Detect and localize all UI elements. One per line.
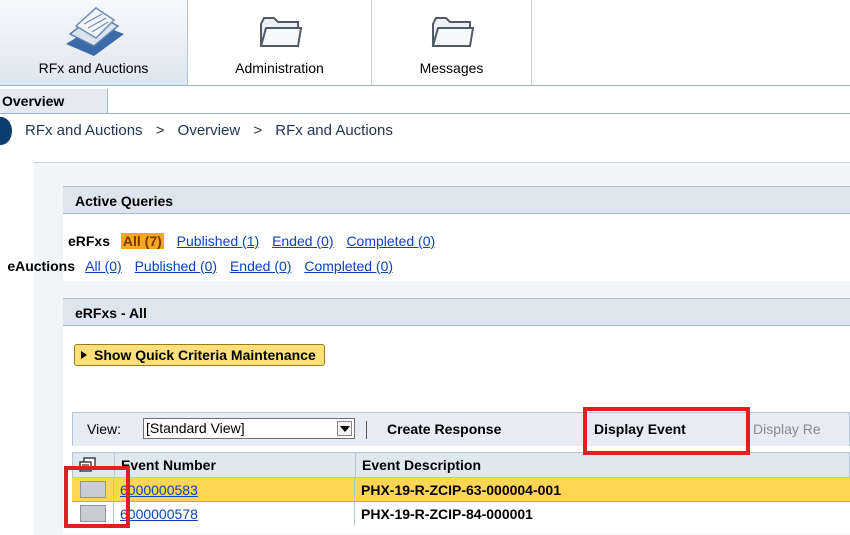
breadcrumb-item-overview[interactable]: Overview <box>178 122 241 139</box>
show-quick-criteria-button[interactable]: Show Quick Criteria Maintenance <box>74 344 325 366</box>
erfx-all-header: eRFxs - All <box>63 298 850 326</box>
folder-icon <box>430 16 474 54</box>
eauctions-published-link[interactable]: Published (0) <box>135 258 218 274</box>
breadcrumb: RFx and Auctions > Overview > RFx and Au… <box>25 122 402 139</box>
view-label: View: <box>87 421 121 437</box>
column-header-event-number[interactable]: Event Number <box>115 453 356 477</box>
breadcrumb-item-rfx-and-auctions[interactable]: RFx and Auctions <box>25 122 143 139</box>
eauctions-label: eAuctions <box>7 258 75 274</box>
erfx-published-link[interactable]: Published (1) <box>177 233 260 249</box>
erfx-all-link[interactable]: All (7) <box>120 233 164 249</box>
event-number-cell: 6000000578 <box>114 502 355 526</box>
subtab-divider <box>0 113 850 114</box>
active-queries-header: Active Queries <box>63 186 850 214</box>
breadcrumb-item-current: RFx and Auctions <box>275 122 393 139</box>
documents-stack-icon <box>54 4 134 62</box>
erfx-query-row: eRFxs All (7) Published (1) Ended (0) Co… <box>14 233 444 249</box>
expand-triangle-icon <box>81 351 87 359</box>
eauctions-completed-link[interactable]: Completed (0) <box>304 258 393 274</box>
tab-label: Messages <box>419 60 484 76</box>
tab-administration[interactable]: Administration <box>188 0 372 86</box>
tab-rfx-and-auctions[interactable]: RFx and Auctions <box>0 0 188 86</box>
tab-label: Administration <box>235 60 324 76</box>
create-response-button[interactable]: Create Response <box>387 421 501 437</box>
chevron-down-icon[interactable] <box>337 421 352 436</box>
toolbar-divider <box>366 421 367 439</box>
event-number-link[interactable]: 6000000578 <box>120 506 198 522</box>
display-response-button[interactable]: Display Re <box>753 421 821 437</box>
breadcrumb-separator: > <box>155 122 165 139</box>
event-number-cell: 6000000583 <box>114 478 355 501</box>
breadcrumb-separator: > <box>253 122 263 139</box>
nav-divider <box>0 85 850 86</box>
page-indicator-icon <box>0 117 12 145</box>
folder-icon <box>258 16 302 54</box>
event-number-link[interactable]: 6000000583 <box>120 482 198 498</box>
view-select-value: [Standard View] <box>146 420 245 436</box>
display-event-highlight <box>583 407 750 455</box>
row-selector-highlight <box>64 466 130 528</box>
column-header-event-description[interactable]: Event Description <box>356 453 850 477</box>
table-header: Event Number Event Description <box>72 452 850 478</box>
eauctions-ended-link[interactable]: Ended (0) <box>230 258 291 274</box>
quick-criteria-label: Show Quick Criteria Maintenance <box>94 347 316 363</box>
eauctions-query-row: eAuctions All (0) Published (0) Ended (0… <box>0 258 402 274</box>
table-row[interactable]: 6000000583 PHX-19-R-ZCIP-63-000004-001 <box>72 478 850 502</box>
erfx-ended-link[interactable]: Ended (0) <box>272 233 333 249</box>
event-description-cell: PHX-19-R-ZCIP-84-000001 <box>361 506 533 522</box>
eauctions-all-link[interactable]: All (0) <box>85 258 122 274</box>
view-select[interactable]: [Standard View] <box>143 418 355 439</box>
erfx-completed-link[interactable]: Completed (0) <box>346 233 435 249</box>
subtab-overview[interactable]: Overview <box>0 89 108 113</box>
tab-label: RFx and Auctions <box>38 60 149 76</box>
top-navigation: RFx and Auctions Administration Messages <box>0 0 850 86</box>
event-description-cell: PHX-19-R-ZCIP-63-000004-001 <box>361 482 561 498</box>
erfx-label: eRFxs <box>67 233 110 249</box>
tab-messages[interactable]: Messages <box>372 0 532 86</box>
table-row[interactable]: 6000000578 PHX-19-R-ZCIP-84-000001 <box>72 502 850 526</box>
